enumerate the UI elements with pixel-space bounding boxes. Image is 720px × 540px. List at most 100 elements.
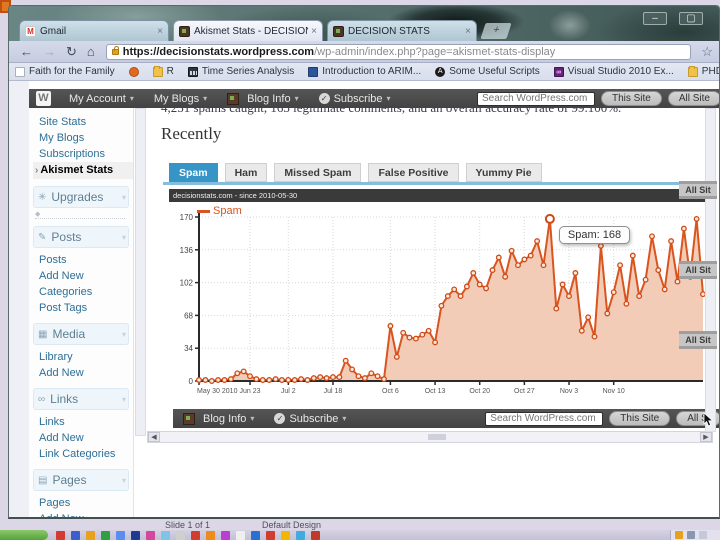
- taskbar-app-icon[interactable]: [221, 531, 230, 540]
- svg-text:Oct 20: Oct 20: [469, 388, 490, 395]
- sidebar-item-library[interactable]: Library: [39, 349, 133, 365]
- chart-plot[interactable]: 03468102136170May 30 2010Jun 23Jul 2Jul …: [169, 189, 707, 407]
- taskbar-app-icon[interactable]: [311, 531, 320, 540]
- sidebar-section-label: Pages: [52, 473, 122, 487]
- scroll-left-icon[interactable]: ◀: [148, 432, 160, 442]
- page-content: Site StatsMy BlogsSubscriptions›Akismet …: [9, 81, 719, 519]
- browser-tab[interactable]: Akismet Stats - DECISION ...×: [173, 20, 323, 41]
- bookmark-item[interactable]: ASome Useful Scripts: [435, 66, 540, 77]
- tab-close-icon[interactable]: ×: [465, 26, 471, 37]
- sidebar-item-subscriptions[interactable]: Subscriptions: [39, 146, 133, 162]
- admin-bar-item-blog-info[interactable]: Blog Info▾: [227, 93, 298, 105]
- browser-titlebar[interactable]: – ▢ MGmail×Akismet Stats - DECISION ...×…: [9, 6, 719, 41]
- tab-missed-spam[interactable]: Missed Spam: [274, 163, 361, 182]
- sidebar-item-pages[interactable]: Pages: [39, 495, 133, 511]
- taskbar-app-icon[interactable]: [101, 531, 110, 540]
- new-tab-button[interactable]: +: [480, 23, 511, 39]
- admin-bar-button-all-site[interactable]: All Site: [668, 91, 719, 106]
- subscribe-check-icon: ✓: [274, 413, 285, 424]
- start-button[interactable]: [0, 530, 48, 540]
- sidebar-scrollbar[interactable]: [135, 108, 146, 436]
- taskbar-app-icon[interactable]: [206, 531, 215, 540]
- taskbar-app-icon[interactable]: [176, 531, 185, 540]
- bookmark-item[interactable]: Introduction to ARIM...: [308, 66, 421, 77]
- tab-ham[interactable]: Ham: [225, 163, 268, 182]
- admin-bar-item-blog-info[interactable]: Blog Info▾: [183, 413, 254, 425]
- admin-bar-item-subscribe[interactable]: ✓Subscribe▾: [274, 413, 346, 425]
- taskbar-app-icon[interactable]: [146, 531, 155, 540]
- sidebar-section-posts[interactable]: ✎Posts▾: [33, 226, 129, 248]
- tab-false-positive[interactable]: False Positive: [368, 163, 458, 182]
- taskbar-app-icon[interactable]: [56, 531, 65, 540]
- taskbar-app-icon[interactable]: [131, 531, 140, 540]
- sidebar-section-upgrades[interactable]: ✳Upgrades▾: [33, 186, 129, 208]
- svg-text:Jul 2: Jul 2: [281, 388, 296, 395]
- page-gutter: [9, 81, 29, 519]
- windows-taskbar: [0, 530, 720, 540]
- taskbar-app-icon[interactable]: [71, 531, 80, 540]
- sidebar-item-add-new[interactable]: Add New: [39, 365, 133, 381]
- taskbar-app-icon[interactable]: [161, 531, 170, 540]
- sidebar-item-posts[interactable]: Posts: [39, 252, 133, 268]
- bookmark-item[interactable]: Time Series Analysis: [188, 66, 294, 77]
- sidebar-item-post-tags[interactable]: Post Tags: [39, 300, 133, 316]
- bookmark-item[interactable]: Faith for the Family: [15, 66, 115, 77]
- page-title: Recently: [161, 124, 221, 144]
- sidebar-item-akismet-stats[interactable]: ›Akismet Stats: [33, 162, 133, 179]
- bookmark-item[interactable]: [129, 67, 139, 77]
- bookmark-item[interactable]: R: [153, 66, 174, 77]
- sidebar-section-media[interactable]: ▦Media▾: [33, 323, 129, 345]
- wordpress-search-input[interactable]: [477, 92, 595, 106]
- wordpress-search-input[interactable]: [485, 412, 603, 426]
- admin-bar-button-this-site[interactable]: This Site: [601, 91, 662, 106]
- tab-close-icon[interactable]: ×: [157, 26, 163, 37]
- admin-bar-button-this-site[interactable]: This Site: [609, 411, 670, 426]
- address-bar[interactable]: https://decisionstats.wordpress.com /wp-…: [106, 44, 692, 60]
- sidebar-section-links[interactable]: ∞Links▾: [33, 388, 129, 410]
- tab-yummy-pie[interactable]: Yummy Pie: [466, 163, 542, 182]
- reload-icon[interactable]: ↻: [66, 42, 77, 62]
- folder-icon: [153, 67, 163, 77]
- taskbar-app-icon[interactable]: [86, 531, 95, 540]
- taskbar-app-icon[interactable]: [236, 531, 245, 540]
- sidebar-item-add-new[interactable]: Add New: [39, 430, 133, 446]
- sidebar-item-link-categories[interactable]: Link Categories: [39, 446, 133, 462]
- tab-close-icon[interactable]: ×: [311, 26, 317, 37]
- taskbar-app-icon[interactable]: [296, 531, 305, 540]
- tab-spam[interactable]: Spam: [169, 163, 218, 182]
- forward-icon[interactable]: →: [43, 42, 56, 62]
- admin-bar-item-my-account[interactable]: My Account▾: [69, 93, 134, 105]
- admin-bar-right: This SiteAll Si: [485, 411, 719, 426]
- chart-icon: [188, 67, 198, 77]
- sidebar-item-add-new[interactable]: Add New: [39, 268, 133, 284]
- tray-icon: [699, 531, 707, 539]
- spam-chart: decisionstats.com - since 2010-05-30 Spa…: [169, 189, 707, 407]
- back-icon[interactable]: ←: [20, 42, 33, 62]
- admin-bar-item-my-blogs[interactable]: My Blogs▾: [154, 93, 207, 105]
- scroll-right-icon[interactable]: ▶: [700, 432, 712, 442]
- sidebar-item-site-stats[interactable]: Site Stats: [39, 114, 133, 130]
- bookmark-item[interactable]: PHD: [688, 66, 719, 77]
- sidebar-section-pages[interactable]: ▤Pages▾: [33, 469, 129, 491]
- taskbar-app-icon[interactable]: [251, 531, 260, 540]
- admin-bar-item-subscribe[interactable]: ✓Subscribe▾: [319, 93, 391, 105]
- bookmark-star-icon[interactable]: ☆: [701, 44, 713, 60]
- taskbar-app-icon[interactable]: [281, 531, 290, 540]
- browser-tab[interactable]: DECISION STATS×: [327, 20, 477, 41]
- minimize-button[interactable]: –: [643, 12, 667, 25]
- maximize-button[interactable]: ▢: [679, 12, 703, 25]
- sidebar-item-add-new[interactable]: Add New: [39, 511, 133, 519]
- home-icon[interactable]: ⌂: [87, 42, 95, 62]
- sidebar-item-my-blogs[interactable]: My Blogs: [39, 130, 133, 146]
- admin-bar-item-label: My Account: [69, 93, 126, 105]
- horizontal-scrollbar[interactable]: ◀ ▶: [147, 431, 713, 443]
- taskbar-app-icon[interactable]: [266, 531, 275, 540]
- browser-tab[interactable]: MGmail×: [19, 20, 169, 41]
- sidebar-item-categories[interactable]: Categories: [39, 284, 133, 300]
- sidebar-item-links[interactable]: Links: [39, 414, 133, 430]
- taskbar-app-icon[interactable]: [191, 531, 200, 540]
- taskbar-app-icon[interactable]: [116, 531, 125, 540]
- bookmark-item[interactable]: ∞Visual Studio 2010 Ex...: [554, 66, 674, 77]
- wordpress-logo-icon[interactable]: W: [36, 91, 51, 106]
- scrollbar-thumb[interactable]: [428, 434, 446, 440]
